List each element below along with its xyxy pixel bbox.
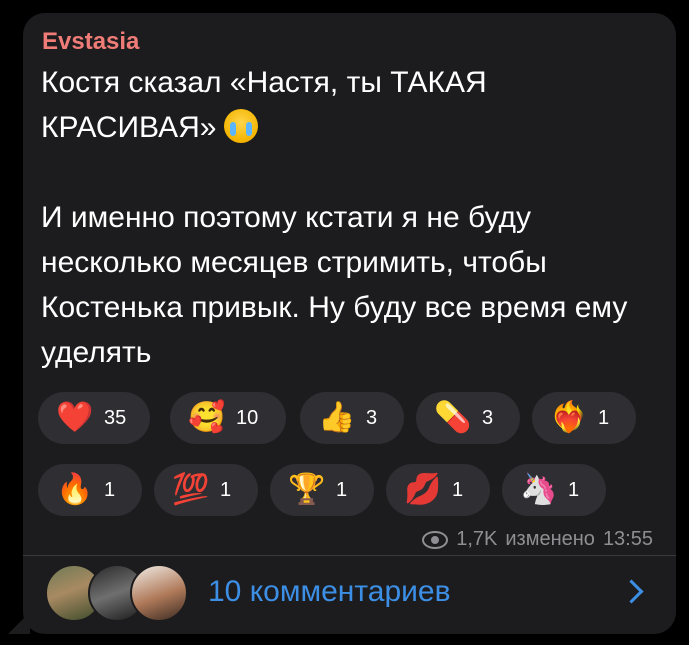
trophy-icon: 🏆 — [288, 472, 326, 507]
reaction-count: 10 — [236, 406, 259, 429]
message-line1: Костя сказал «Настя, ты ТАКАЯ КРАСИВАЯ» — [41, 66, 496, 144]
message-text: Костя сказал «Настя, ты ТАКАЯ КРАСИВАЯ» … — [41, 60, 661, 375]
avatar — [130, 564, 188, 622]
reaction-heart[interactable]: ❤️ 35 — [38, 392, 150, 444]
red-heart-icon: ❤️ — [56, 400, 94, 435]
commenter-avatars[interactable] — [45, 564, 188, 622]
reaction-heart-on-fire[interactable]: ❤️‍🔥 1 — [532, 392, 636, 444]
reaction-count: 1 — [452, 478, 464, 501]
reaction-kiss[interactable]: 💋 1 — [386, 464, 490, 516]
eye-icon — [422, 530, 449, 549]
unicorn-icon: 🦄 — [520, 472, 558, 507]
reaction-count: 1 — [220, 478, 232, 501]
reaction-fire[interactable]: 🔥 1 — [38, 464, 142, 516]
reaction-count: 1 — [598, 406, 610, 429]
bubble-tail — [8, 612, 30, 634]
reaction-trophy[interactable]: 🏆 1 — [270, 464, 374, 516]
comments-button[interactable]: 10 комментариев — [208, 575, 451, 609]
smiling-face-with-hearts-icon: 🥰 — [188, 400, 226, 435]
hundred-points-icon: 💯 — [172, 472, 210, 507]
message-body: И именно поэтому кстати я не буду нескол… — [41, 201, 636, 369]
heart-on-fire-icon: ❤️‍🔥 — [550, 400, 588, 435]
reaction-pill[interactable]: 💊 3 — [416, 392, 520, 444]
reaction-count: 1 — [104, 478, 116, 501]
reaction-thumbs-up[interactable]: 👍 3 — [300, 392, 404, 444]
reaction-count: 1 — [336, 478, 348, 501]
message-meta: 1,7K изменено 13:55 — [422, 528, 653, 551]
reaction-count: 1 — [568, 478, 580, 501]
reaction-smiling-hearts[interactable]: 🥰 10 — [170, 392, 286, 444]
pill-icon: 💊 — [434, 400, 472, 435]
divider — [23, 555, 676, 556]
kiss-mark-icon: 💋 — [404, 472, 442, 507]
view-count: 1,7K — [456, 528, 498, 550]
author-name[interactable]: Evstasia — [42, 28, 139, 56]
reaction-count: 3 — [482, 406, 494, 429]
message-time: 13:55 — [602, 528, 653, 550]
reaction-count: 3 — [366, 406, 378, 429]
edited-label: изменено — [505, 528, 595, 550]
reaction-hundred[interactable]: 💯 1 — [154, 464, 258, 516]
loudly-crying-face-icon — [224, 109, 259, 143]
fire-icon: 🔥 — [56, 472, 94, 507]
thumbs-up-icon: 👍 — [318, 400, 356, 435]
reaction-unicorn[interactable]: 🦄 1 — [502, 464, 606, 516]
reaction-count: 35 — [104, 406, 127, 429]
